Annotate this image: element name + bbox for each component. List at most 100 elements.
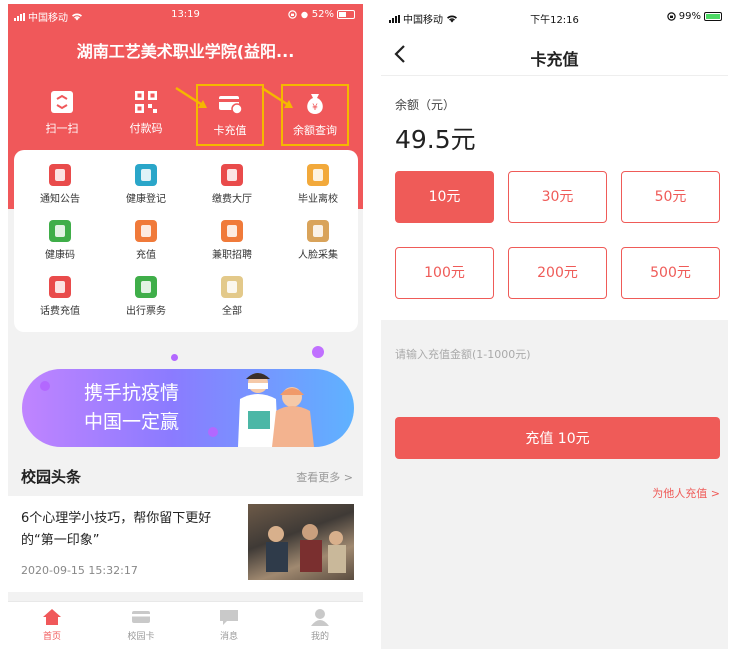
grid-item-label: 通知公告 <box>40 194 80 205</box>
page-title: 卡充值 <box>530 50 579 69</box>
health-register-icon <box>135 164 157 186</box>
payment-icon <box>221 164 243 186</box>
grid-item-notice[interactable]: 通知公告 <box>24 164 96 205</box>
lock-rotation-icon <box>288 10 297 19</box>
grid-item-label: 兼职招聘 <box>212 250 252 261</box>
grid-item-recharge[interactable]: 充值 <box>110 220 182 261</box>
news-thumbnail <box>248 504 354 580</box>
grid-item-ticket[interactable]: 出行票务 <box>110 276 182 317</box>
banner-text: 携手抗疫情 中国一定赢 <box>84 379 179 437</box>
grid-item-label: 人脸采集 <box>298 250 338 261</box>
pay-code-label: 付款码 <box>129 122 163 135</box>
banner-line-1: 携手抗疫情 <box>84 382 180 404</box>
profile-icon <box>311 609 329 626</box>
card-recharge-icon <box>219 96 243 115</box>
status-bar: 中国移动 下午12:16 99% <box>381 4 728 26</box>
money-bag-icon: ¥ <box>307 94 323 114</box>
balance-query-label: 余额查询 <box>293 124 337 137</box>
tab-message-label: 消息 <box>219 632 238 642</box>
news-heading: 校园头条 <box>21 468 82 486</box>
people-photo <box>266 524 346 573</box>
grid-item-health-register[interactable]: 健康登记 <box>110 164 182 205</box>
grid-item-label: 出行票务 <box>126 306 166 317</box>
scan-button[interactable]: 扫一扫 <box>28 84 96 146</box>
balance-label: 余额（元） <box>395 98 456 112</box>
tab-home[interactable]: 首页 <box>22 608 82 642</box>
grid-item-health-code[interactable]: 健康码 <box>24 220 96 261</box>
campus-card-icon <box>132 611 150 623</box>
battery-icon <box>337 10 355 19</box>
grid-item-phone-bill[interactable]: 话费充值 <box>24 276 96 317</box>
view-more-link[interactable]: 查看更多 > <box>296 469 353 485</box>
svg-text:¥: ¥ <box>312 103 318 113</box>
grid-item-face-capture[interactable]: 人脸采集 <box>282 220 354 261</box>
right-phone-screen: 中国移动 下午12:16 99% 卡充值 余额（元） 49.5元 10元 30元… <box>381 4 728 649</box>
service-grid: 通知公告 健康登记 缴费大厅 毕业离校健康码 充值 兼职招聘 人脸采集话费充值 出行票务 全部 <box>14 150 358 332</box>
battery-icon <box>704 12 722 21</box>
banner-line-2: 中国一定赢 <box>84 411 180 433</box>
grid-item-label: 健康码 <box>45 250 75 261</box>
tab-campus-card-label: 校园卡 <box>127 632 155 642</box>
grid-item-graduation[interactable]: 毕业离校 <box>282 164 354 205</box>
school-title: 湖南工艺美术职业学院(益阳... <box>76 42 295 61</box>
health-code-icon <box>49 220 71 242</box>
tab-message[interactable]: 消息 <box>199 608 259 642</box>
news-item[interactable]: 6个心理学小技巧，帮你留下更好的“第一印象” 2020-09-15 15:32:… <box>8 496 363 592</box>
promo-banner[interactable]: 携手抗疫情 中国一定赢 <box>22 369 354 447</box>
grid-item-label: 缴费大厅 <box>212 194 252 205</box>
decor-dot <box>208 427 218 437</box>
nav-bar: 卡充值 <box>381 34 728 76</box>
recharge-for-others-link[interactable]: 为他人充值 > <box>652 485 720 501</box>
face-capture-icon <box>307 220 329 242</box>
recharge-submit-button[interactable]: 充值 10元 <box>395 417 720 459</box>
grid-item-job[interactable]: 兼职招聘 <box>196 220 268 261</box>
tab-campus-card[interactable]: 校园卡 <box>111 608 171 642</box>
message-icon <box>220 610 238 625</box>
pay-code-button[interactable]: 付款码 <box>112 84 180 146</box>
bottom-tab-bar: 首页 校园卡 消息 我的 <box>8 601 363 649</box>
amount-option-50[interactable]: 50元 <box>621 171 720 223</box>
screenshot-stage: 中国移动 13:19 52% 湖南工艺美术职业学院(益阳... 扫一扫 付款码 <box>0 0 729 649</box>
grid-item-label: 全部 <box>222 306 242 317</box>
amount-option-200[interactable]: 200元 <box>508 247 607 299</box>
medical-staff-illustration <box>238 373 314 447</box>
alarm-icon <box>301 11 308 19</box>
decor-dot <box>312 346 324 358</box>
news-title: 6个心理学小技巧，帮你留下更好的“第一印象” <box>21 511 212 548</box>
lock-rotation-icon <box>667 12 676 21</box>
decor-dot <box>40 381 50 391</box>
all-icon <box>221 276 243 298</box>
left-phone-screen: 中国移动 13:19 52% 湖南工艺美术职业学院(益阳... 扫一扫 付款码 <box>8 4 363 649</box>
grid-item-all[interactable]: 全部 <box>196 276 268 317</box>
grid-item-label: 话费充值 <box>40 306 80 317</box>
grid-item-label: 健康登记 <box>126 194 166 205</box>
grid-item-label: 充值 <box>136 250 156 261</box>
scan-label: 扫一扫 <box>45 122 79 135</box>
balance-value: 49.5元 <box>395 125 476 154</box>
amount-option-30[interactable]: 30元 <box>508 171 607 223</box>
custom-amount-input[interactable] <box>381 330 728 378</box>
card-recharge-label: 卡充值 <box>213 124 247 137</box>
status-bar: 中国移动 13:19 52% <box>8 4 363 26</box>
scan-icon <box>51 91 73 113</box>
tab-profile-label: 我的 <box>310 632 329 642</box>
decor-dot <box>171 354 178 361</box>
qrcode-icon <box>135 91 157 113</box>
recharge-icon <box>135 220 157 242</box>
amount-option-100[interactable]: 100元 <box>395 247 494 299</box>
home-icon <box>43 609 61 625</box>
tab-home-label: 首页 <box>42 632 61 642</box>
graduation-icon <box>307 164 329 186</box>
grid-item-label: 毕业离校 <box>298 194 338 205</box>
grid-item-payment[interactable]: 缴费大厅 <box>196 164 268 205</box>
amount-option-10[interactable]: 10元 <box>395 171 494 223</box>
quick-actions: 扫一扫 付款码 卡充值 ¥ 余额查询 <box>8 84 363 148</box>
battery-percent: 99% <box>678 11 701 22</box>
arrow-pointer-icon <box>175 86 207 108</box>
tab-profile[interactable]: 我的 <box>290 608 350 642</box>
amount-option-500[interactable]: 500元 <box>621 247 720 299</box>
phone-bill-icon <box>49 276 71 298</box>
job-icon <box>221 220 243 242</box>
news-date: 2020-09-15 15:32:17 <box>21 564 138 577</box>
battery-percent: 52% <box>311 9 334 20</box>
